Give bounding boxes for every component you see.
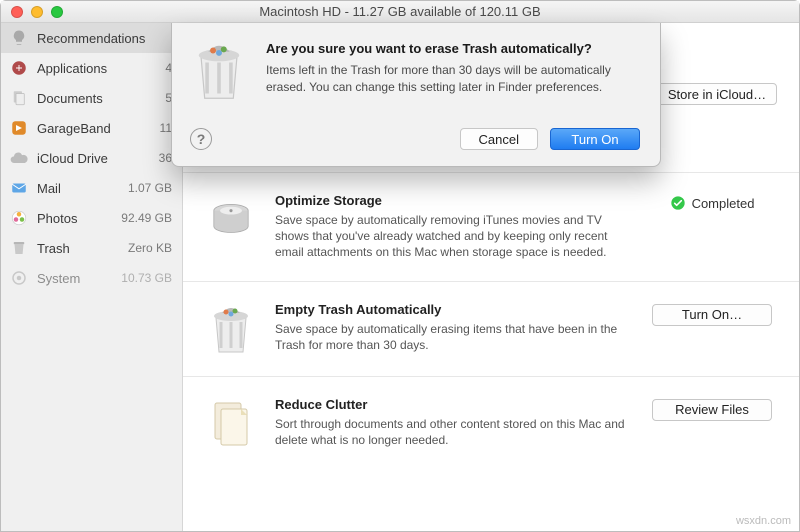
documents-stack-icon: [205, 397, 257, 449]
traffic-lights: [1, 6, 63, 18]
trash-full-icon: [190, 41, 248, 106]
sidebar-item-size: 10.73 GB: [121, 271, 172, 285]
sidebar-item-label: System: [37, 271, 113, 286]
sidebar-item-label: Photos: [37, 211, 113, 226]
sidebar-item-size: 1.07 GB: [128, 181, 172, 195]
review-files-button[interactable]: Review Files: [652, 399, 772, 421]
titlebar: Macintosh HD - 11.27 GB available of 120…: [1, 1, 799, 23]
sidebar-item-label: iCloud Drive: [37, 151, 151, 166]
section-body: Sort through documents and other content…: [275, 416, 629, 448]
zoom-window-button[interactable]: [51, 6, 63, 18]
trash-full-icon: [205, 302, 257, 356]
turn-on-trash-button[interactable]: Turn On…: [652, 304, 772, 326]
sidebar-item-size: 36: [159, 151, 172, 165]
empty-trash-section: Empty Trash Automatically Save space by …: [183, 282, 799, 377]
reduce-clutter-section: Reduce Clutter Sort through documents an…: [183, 377, 799, 469]
dialog-title: Are you sure you want to erase Trash aut…: [266, 41, 640, 56]
documents-icon: [9, 88, 29, 108]
section-title: Reduce Clutter: [275, 397, 629, 412]
sidebar-item-mail[interactable]: Mail 1.07 GB: [1, 173, 182, 203]
storage-management-window: Macintosh HD - 11.27 GB available of 120…: [0, 0, 800, 532]
confirm-erase-trash-dialog: Are you sure you want to erase Trash aut…: [171, 23, 661, 167]
window-title: Macintosh HD - 11.27 GB available of 120…: [1, 4, 799, 19]
sidebar: Recommendations Applications 4 Documents…: [1, 23, 183, 531]
trash-icon: [9, 238, 29, 258]
checkmark-icon: [670, 195, 686, 211]
sidebar-item-label: Applications: [37, 61, 157, 76]
section-title: Empty Trash Automatically: [275, 302, 629, 317]
sidebar-item-recommendations[interactable]: Recommendations: [1, 23, 182, 53]
dialog-message: Items left in the Trash for more than 30…: [266, 62, 640, 96]
garageband-icon: [9, 118, 29, 138]
cloud-icon: [9, 148, 29, 168]
watermark: wsxdn.com: [736, 515, 791, 527]
close-window-button[interactable]: [11, 6, 23, 18]
photos-icon: [9, 208, 29, 228]
sidebar-item-icloud-drive[interactable]: iCloud Drive 36: [1, 143, 182, 173]
sidebar-item-label: Mail: [37, 181, 120, 196]
optimize-storage-section: Optimize Storage Save space by automatic…: [183, 173, 799, 282]
turn-on-button[interactable]: Turn On: [550, 128, 640, 150]
sidebar-item-documents[interactable]: Documents 5: [1, 83, 182, 113]
section-body: Save space by automatically removing iTu…: [275, 212, 629, 261]
cancel-button[interactable]: Cancel: [460, 128, 538, 150]
lightbulb-icon: [9, 28, 29, 48]
hard-drive-icon: [205, 193, 257, 261]
sidebar-item-label: Trash: [37, 241, 120, 256]
sidebar-item-applications[interactable]: Applications 4: [1, 53, 182, 83]
store-in-icloud-button[interactable]: Store in iCloud…: [657, 83, 777, 105]
minimize-window-button[interactable]: [31, 6, 43, 18]
sidebar-item-size: 92.49 GB: [121, 211, 172, 225]
sidebar-item-label: Recommendations: [37, 31, 172, 46]
sidebar-item-garageband[interactable]: GarageBand 11: [1, 113, 182, 143]
section-title: Optimize Storage: [275, 193, 629, 208]
sidebar-item-system: System 10.73 GB: [1, 263, 182, 293]
sidebar-item-label: GarageBand: [37, 121, 152, 136]
help-button[interactable]: ?: [190, 128, 212, 150]
sidebar-item-label: Documents: [37, 91, 157, 106]
sidebar-item-size: Zero KB: [128, 241, 172, 255]
sidebar-item-trash[interactable]: Trash Zero KB: [1, 233, 182, 263]
section-body: Save space by automatically erasing item…: [275, 321, 629, 353]
mail-icon: [9, 178, 29, 198]
sidebar-item-photos[interactable]: Photos 92.49 GB: [1, 203, 182, 233]
gear-icon: [9, 268, 29, 288]
applications-icon: [9, 58, 29, 78]
completed-status: Completed: [670, 195, 755, 211]
status-label: Completed: [692, 196, 755, 211]
